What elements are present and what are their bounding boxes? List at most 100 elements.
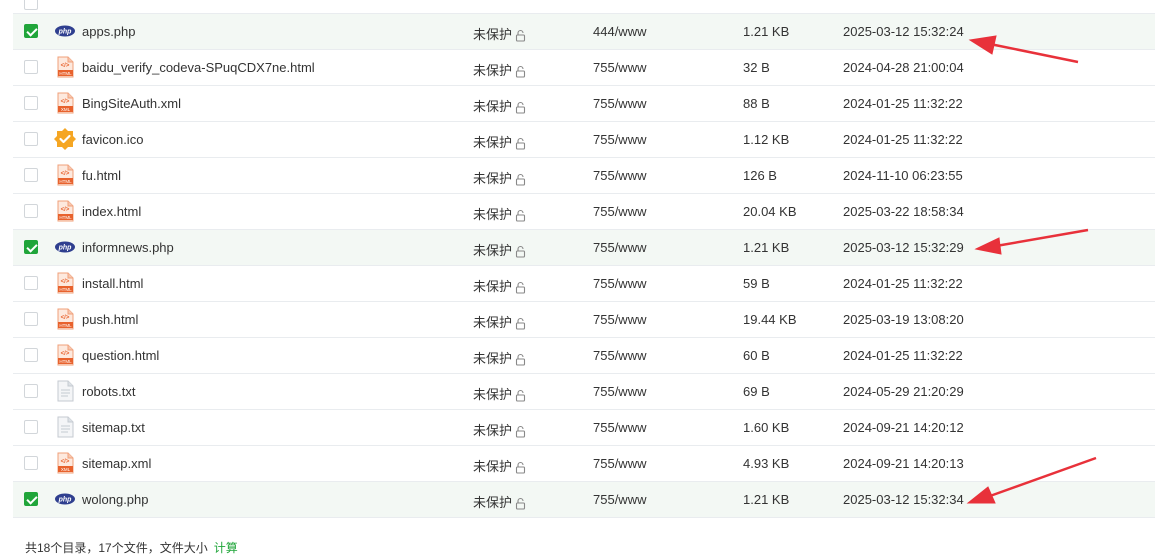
file-name[interactable]: fu.html <box>82 168 121 183</box>
protection-status[interactable]: 未保护 <box>473 96 527 117</box>
lock-icon[interactable] <box>514 245 527 261</box>
table-row[interactable]: robots.txt 未保护 755/www 69 B 2024-05-29 21:20… <box>13 374 1155 410</box>
file-name[interactable]: wolong.php <box>82 492 149 507</box>
protection-status[interactable]: 未保护 <box>473 132 527 153</box>
protection-status[interactable]: 未保护 <box>473 420 527 441</box>
row-checkbox[interactable] <box>24 312 38 326</box>
table-row[interactable]: sitemap.txt 未保护 755/www 1.60 KB 2024-09-21 1… <box>13 410 1155 446</box>
lock-icon[interactable] <box>514 425 527 441</box>
row-checkbox[interactable] <box>24 492 38 506</box>
row-checkbox[interactable] <box>24 0 38 10</box>
file-permission[interactable]: 755/www <box>593 204 646 219</box>
table-row[interactable]: php wolong.php 未保护 755/www 1.21 KB 2025-03-12… <box>13 482 1155 518</box>
protection-status[interactable]: 未保护 <box>473 204 527 225</box>
row-checkbox[interactable] <box>24 276 38 290</box>
protection-status[interactable]: 未保护 <box>473 240 527 261</box>
file-permission[interactable]: 755/www <box>593 96 646 111</box>
file-permission[interactable]: 755/www <box>593 492 646 507</box>
file-permission[interactable]: 755/www <box>593 240 646 255</box>
file-name[interactable]: informnews.php <box>82 240 174 255</box>
lock-icon[interactable] <box>514 389 527 405</box>
file-name[interactable]: favicon.ico <box>82 132 143 147</box>
svg-text:</>: </> <box>61 207 70 213</box>
protection-status[interactable]: 未保护 <box>473 492 527 513</box>
table-row[interactable]: </> HTML baidu_verify_codeva-SPuqCDX7ne.ht… <box>13 50 1155 86</box>
file-name[interactable]: sitemap.xml <box>82 456 151 471</box>
lock-icon[interactable] <box>514 353 527 369</box>
row-checkbox[interactable] <box>24 60 38 74</box>
lock-icon[interactable] <box>514 65 527 81</box>
protection-status[interactable]: 未保护 <box>473 276 527 297</box>
modified-time: 2024-04-28 21:00:04 <box>843 60 964 75</box>
file-permission[interactable]: 755/www <box>593 276 646 291</box>
file-permission[interactable]: 755/www <box>593 132 646 147</box>
file-table: php apps.php 未保护 444/www 1.21 KB 2025-03-12 1… <box>13 0 1155 518</box>
lock-icon[interactable] <box>514 101 527 117</box>
table-row[interactable]: php informnews.php 未保护 755/www 1.21 KB 2025-0… <box>13 230 1155 266</box>
svg-text:HTML: HTML <box>59 287 72 292</box>
lock-icon[interactable] <box>514 281 527 297</box>
file-name[interactable]: BingSiteAuth.xml <box>82 96 181 111</box>
protection-label: 未保护 <box>473 63 513 78</box>
table-row[interactable]: php apps.php 未保护 444/www 1.21 KB 2025-03-12 1… <box>13 14 1155 50</box>
protection-status[interactable]: 未保护 <box>473 348 527 369</box>
calculate-size-link[interactable]: 计算 <box>214 541 238 555</box>
row-checkbox[interactable] <box>24 456 38 470</box>
svg-text:php: php <box>58 29 73 36</box>
lock-icon[interactable] <box>514 137 527 153</box>
table-row[interactable]: </> HTML push.html 未保护 755/www 19.44 KB 2025-0… <box>13 302 1155 338</box>
lock-icon[interactable] <box>514 317 527 333</box>
file-name[interactable]: robots.txt <box>82 384 135 399</box>
row-checkbox[interactable] <box>24 420 38 434</box>
lock-icon[interactable] <box>514 461 527 477</box>
file-permission[interactable]: 755/www <box>593 168 646 183</box>
lock-icon[interactable] <box>514 173 527 189</box>
protection-status[interactable]: 未保护 <box>473 60 527 81</box>
table-row[interactable]: favicon.ico 未保护 755/www 1.12 KB 2024-01-25 1… <box>13 122 1155 158</box>
file-name[interactable]: sitemap.txt <box>82 420 145 435</box>
protection-status[interactable]: 未保护 <box>473 24 527 45</box>
file-permission[interactable]: 755/www <box>593 384 646 399</box>
protection-status[interactable]: 未保护 <box>473 168 527 189</box>
protection-status[interactable]: 未保护 <box>473 456 527 477</box>
lock-icon[interactable] <box>514 497 527 513</box>
protection-status[interactable]: 未保护 <box>473 384 527 405</box>
xml-file-icon: </> XML <box>54 452 76 474</box>
file-name[interactable]: index.html <box>82 204 141 219</box>
html-file-icon: </> HTML <box>54 200 76 222</box>
table-row[interactable]: </> HTML question.html 未保护 755/www 60 B 2024-0… <box>13 338 1155 374</box>
table-row[interactable]: </> XML sitemap.xml 未保护 755/www 4.93 KB 2024-0… <box>13 446 1155 482</box>
svg-text:</>: </> <box>61 315 70 321</box>
row-checkbox[interactable] <box>24 24 38 38</box>
file-name[interactable]: baidu_verify_codeva-SPuqCDX7ne.html <box>82 60 315 75</box>
row-checkbox[interactable] <box>24 168 38 182</box>
row-checkbox[interactable] <box>24 240 38 254</box>
file-permission[interactable]: 755/www <box>593 60 646 75</box>
file-permission[interactable]: 755/www <box>593 420 646 435</box>
modified-time: 2025-03-19 13:08:20 <box>843 312 964 327</box>
row-checkbox[interactable] <box>24 384 38 398</box>
file-name[interactable]: install.html <box>82 276 143 291</box>
protection-status[interactable]: 未保护 <box>473 312 527 333</box>
table-row[interactable]: </> XML BingSiteAuth.xml 未保护 755/www 88 B 2024… <box>13 86 1155 122</box>
file-size: 1.21 KB <box>743 492 790 507</box>
lock-icon[interactable] <box>514 209 527 225</box>
row-checkbox[interactable] <box>24 204 38 218</box>
table-row[interactable]: </> HTML install.html 未保护 755/www 59 B 2024-01… <box>13 266 1155 302</box>
table-row[interactable]: </> HTML index.html 未保护 755/www 20.04 KB 2025-… <box>13 194 1155 230</box>
file-size: 88 B <box>743 96 770 111</box>
row-checkbox[interactable] <box>24 132 38 146</box>
file-permission[interactable]: 755/www <box>593 456 646 471</box>
file-permission[interactable]: 444/www <box>593 24 646 39</box>
table-row-partial <box>13 0 1155 14</box>
file-name[interactable]: push.html <box>82 312 138 327</box>
row-checkbox[interactable] <box>24 96 38 110</box>
row-checkbox[interactable] <box>24 348 38 362</box>
file-permission[interactable]: 755/www <box>593 312 646 327</box>
file-permission[interactable]: 755/www <box>593 348 646 363</box>
svg-text:HTML: HTML <box>59 359 72 364</box>
file-name[interactable]: apps.php <box>82 24 136 39</box>
file-name[interactable]: question.html <box>82 348 159 363</box>
lock-icon[interactable] <box>514 29 527 45</box>
table-row[interactable]: </> HTML fu.html 未保护 755/www 126 B 2024-11-10 … <box>13 158 1155 194</box>
